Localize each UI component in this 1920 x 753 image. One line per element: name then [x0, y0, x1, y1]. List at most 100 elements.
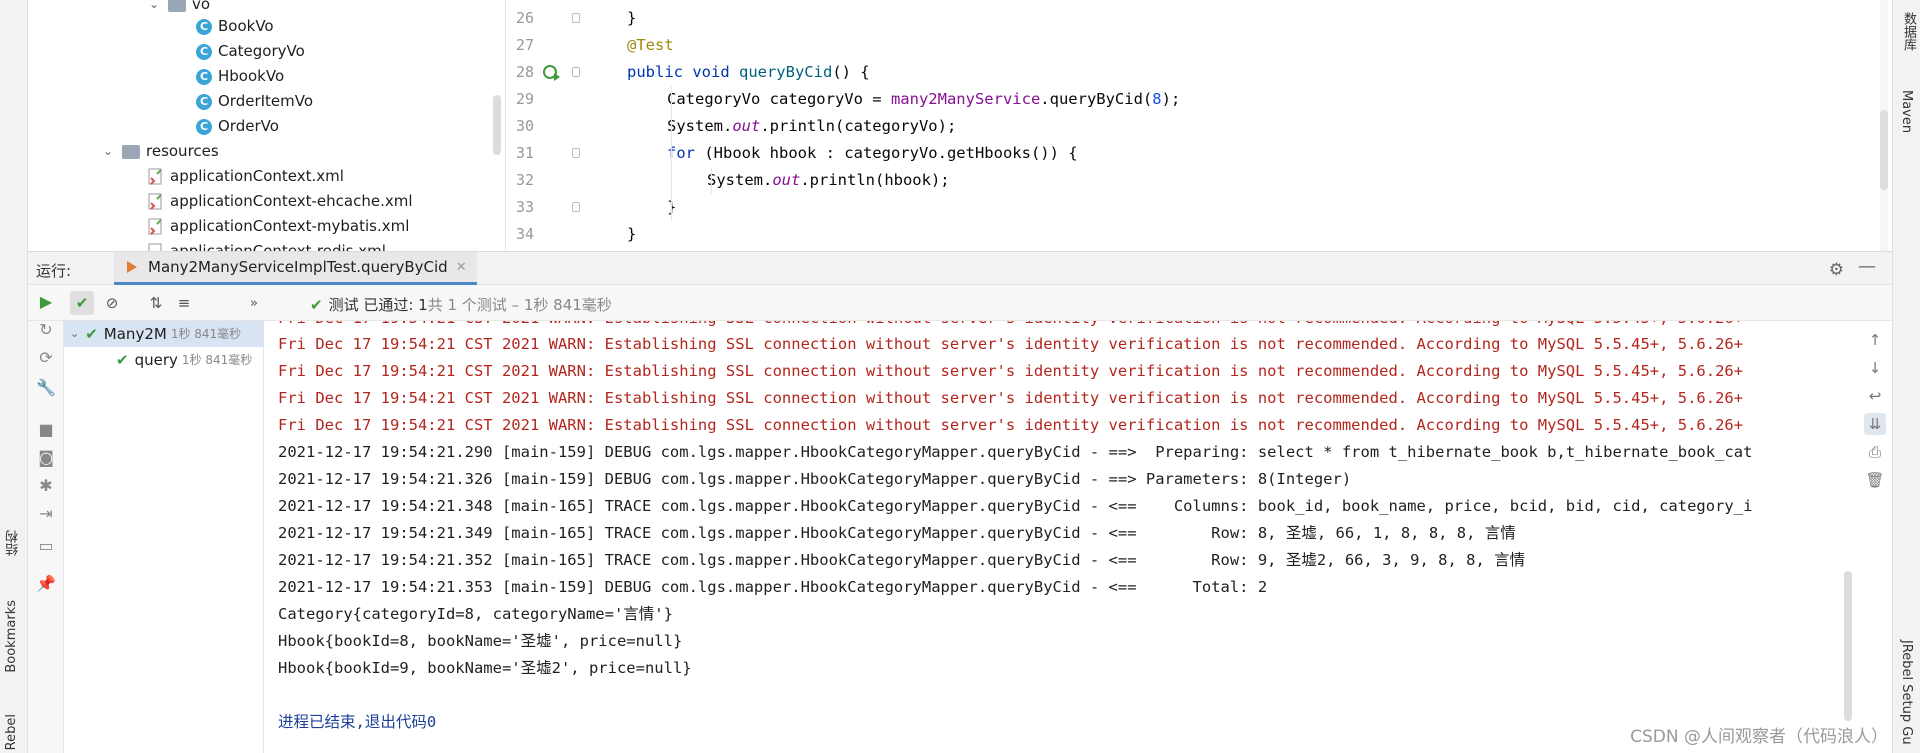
chevron-down-icon[interactable]: ⌄	[70, 321, 79, 347]
more-icon[interactable]: »	[242, 291, 266, 315]
bookmarks-tab[interactable]: Bookmarks	[4, 600, 19, 673]
code-line-28: public void queryByCid() {	[627, 63, 870, 81]
test-child-item[interactable]: ✔ query 1秒 841毫秒	[116, 347, 252, 373]
xml-file-icon	[148, 218, 164, 236]
tree-item-appcontext[interactable]: applicationContext.xml	[148, 164, 344, 189]
tree-scrollbar[interactable]	[493, 95, 501, 155]
fold-marker-icon[interactable]	[572, 13, 580, 23]
console-line: Hbook{bookId=9, bookName='圣墟2', price=nu…	[278, 659, 692, 677]
tree-item-label: HbookVo	[218, 67, 285, 85]
close-icon[interactable]: ✕	[456, 260, 467, 275]
tree-item-orderitemvo[interactable]: C OrderItemVo	[196, 89, 313, 114]
fold-marker-icon[interactable]	[572, 202, 580, 212]
fold-marker-icon[interactable]	[572, 148, 580, 158]
wrench-icon[interactable]: 🔧	[34, 375, 58, 399]
sort-alpha-button[interactable]: ⇅	[144, 291, 168, 315]
resources-folder-icon	[122, 144, 140, 159]
code-editor[interactable]: 26 27 28 29 30 31 32 33 34 } @Test publi…	[506, 0, 1892, 251]
tree-item-resources[interactable]: ⌄ resources	[102, 139, 219, 164]
gear-icon[interactable]: ⚙	[1829, 260, 1844, 280]
tree-item-appcontext-redis[interactable]: applicationContext-redis.xml	[148, 239, 386, 251]
console-line: Fri Dec 17 19:54:21 CST 2021 WARN: Estab…	[278, 362, 1744, 380]
xml-file-icon	[148, 193, 164, 211]
status-count: 1	[418, 296, 428, 314]
console-line: 2021-12-17 19:54:21.353 [main-159] DEBUG…	[278, 578, 1268, 596]
code-line-26: }	[627, 9, 637, 27]
test-duration: 1秒 841毫秒	[170, 327, 242, 341]
project-tree: ⌄ vo C BookVo C CategoryVo C HbookVo C O…	[28, 0, 506, 251]
chevron-down-icon[interactable]: ⌄	[148, 0, 160, 17]
soft-wrap-icon[interactable]: ↩	[1864, 385, 1886, 407]
xml-file-icon	[148, 243, 164, 251]
layout-icon[interactable]: ▭	[34, 533, 58, 557]
line-number: 29	[515, 90, 534, 108]
tree-item-label: applicationContext-ehcache.xml	[170, 192, 413, 210]
console-line: Category{categoryId=8, categoryName='言情'…	[278, 605, 673, 623]
arrow-down-icon[interactable]: ↓	[1864, 357, 1886, 379]
run-test-gutter-icon[interactable]	[542, 63, 562, 83]
sort-duration-button[interactable]: ≡	[172, 291, 196, 315]
right-tool-strip: 数据库 Maven JRebel Setup Gu	[1892, 0, 1920, 753]
code-line-27: @Test	[627, 36, 674, 54]
console-scrollbar[interactable]	[1844, 571, 1852, 721]
class-icon: C	[196, 93, 212, 110]
code-line-34: }	[627, 225, 637, 243]
maven-tab[interactable]: Maven	[1899, 90, 1914, 133]
status-suffix: 共 1 个测试 – 1秒 841毫秒	[427, 296, 612, 314]
watermark: CSDN @人间观察者（代码浪人）	[1630, 727, 1888, 747]
arrow-up-icon[interactable]: ↑	[1864, 329, 1886, 351]
fold-marker-icon[interactable]	[572, 67, 580, 77]
console-exit-line: 进程已结束,退出代码0	[278, 713, 437, 731]
tree-item-categoryvo[interactable]: C CategoryVo	[196, 39, 305, 64]
code-line-32: System.out.println(hbook);	[707, 171, 950, 189]
class-icon: C	[196, 68, 212, 85]
class-icon: C	[196, 18, 212, 35]
tree-item-appcontext-ehcache[interactable]: applicationContext-ehcache.xml	[148, 189, 413, 214]
tree-item-bookvo[interactable]: C BookVo	[196, 14, 274, 39]
trash-icon[interactable]: 🗑	[1864, 469, 1886, 491]
camera-icon[interactable]: ◙	[34, 445, 58, 469]
console-line: 2021-12-17 19:54:21.349 [main-165] TRACE…	[278, 524, 1516, 542]
database-tab[interactable]: 数据库	[1899, 12, 1918, 51]
console-line: Fri Dec 17 19:54:21 CST 2021 WARN: Estab…	[278, 335, 1744, 353]
status-prefix: 测试 已通过:	[328, 296, 419, 314]
editor-scrollbar[interactable]	[1880, 0, 1888, 251]
pin-icon[interactable]: 📌	[34, 571, 58, 595]
console-line: Fri Dec 17 19:54:21 CST 2021 WARN: Estab…	[278, 416, 1744, 434]
console-line: 2021-12-17 19:54:21.352 [main-165] TRACE…	[278, 551, 1526, 569]
stop-icon[interactable]: ■	[34, 417, 58, 441]
show-ignored-button[interactable]: ⊘	[100, 291, 124, 315]
line-number: 33	[515, 198, 534, 216]
tree-item-hbookvo[interactable]: C HbookVo	[196, 64, 284, 89]
tree-item-appcontext-mybatis[interactable]: applicationContext-mybatis.xml	[148, 214, 409, 239]
console-line: 2021-12-17 19:54:21.290 [main-159] DEBUG…	[278, 443, 1753, 461]
minimize-icon[interactable]: —	[1858, 256, 1876, 277]
rerun-icon[interactable]: ▶	[34, 289, 58, 313]
test-results-tree: ⌄ ✔ Many2M 1秒 841毫秒 ✔ query 1秒 841毫秒	[64, 321, 264, 753]
chevron-down-icon[interactable]: ⌄	[102, 139, 114, 164]
show-passed-button[interactable]: ✔	[70, 291, 94, 315]
package-icon	[168, 0, 186, 12]
console-line: Fri Dec 17 19:54:21 CST 2021 WARN: Estab…	[278, 389, 1744, 407]
structure-tab[interactable]: 结构	[4, 530, 23, 556]
tree-item-ordervo[interactable]: C OrderVo	[196, 114, 279, 139]
test-config-icon	[127, 261, 137, 273]
line-number: 27	[515, 36, 534, 54]
console-output[interactable]: Fri Dec 17 19:54:21 CST 2021 WARN: Estab…	[264, 321, 1856, 753]
tree-item-label: applicationContext-redis.xml	[170, 242, 386, 251]
test-root-item[interactable]: ⌄ ✔ Many2M 1秒 841毫秒	[64, 321, 263, 347]
print-icon[interactable]: ⎙	[1864, 441, 1886, 463]
tree-item-label: applicationContext-mybatis.xml	[170, 217, 410, 235]
run-tab[interactable]: Many2ManyServiceImplTest.queryByCid ✕	[114, 252, 477, 285]
test-duration: 1秒 841毫秒	[181, 353, 253, 367]
import-icon[interactable]: ⇥	[34, 501, 58, 525]
rerun-failed-icon[interactable]: ↻	[34, 317, 58, 341]
tree-item-label: OrderItemVo	[218, 92, 314, 110]
jrebel-setup-tab[interactable]: JRebel Setup Gu	[1899, 640, 1914, 745]
toggle-auto-test-icon[interactable]: ⟳	[34, 345, 58, 369]
run-side-toolbar: ▶ ↻ ⟳ 🔧 ■ ◙ ✱ ⇥ ▭ 📌	[28, 292, 64, 753]
run-panel-header: 运行: Many2ManyServiceImplTest.queryByCid …	[28, 251, 1892, 285]
debug-icon[interactable]: ✱	[34, 473, 58, 497]
scroll-to-end-icon[interactable]: ⇊	[1864, 413, 1886, 435]
jrebel-tab[interactable]: Rebel	[4, 714, 19, 750]
